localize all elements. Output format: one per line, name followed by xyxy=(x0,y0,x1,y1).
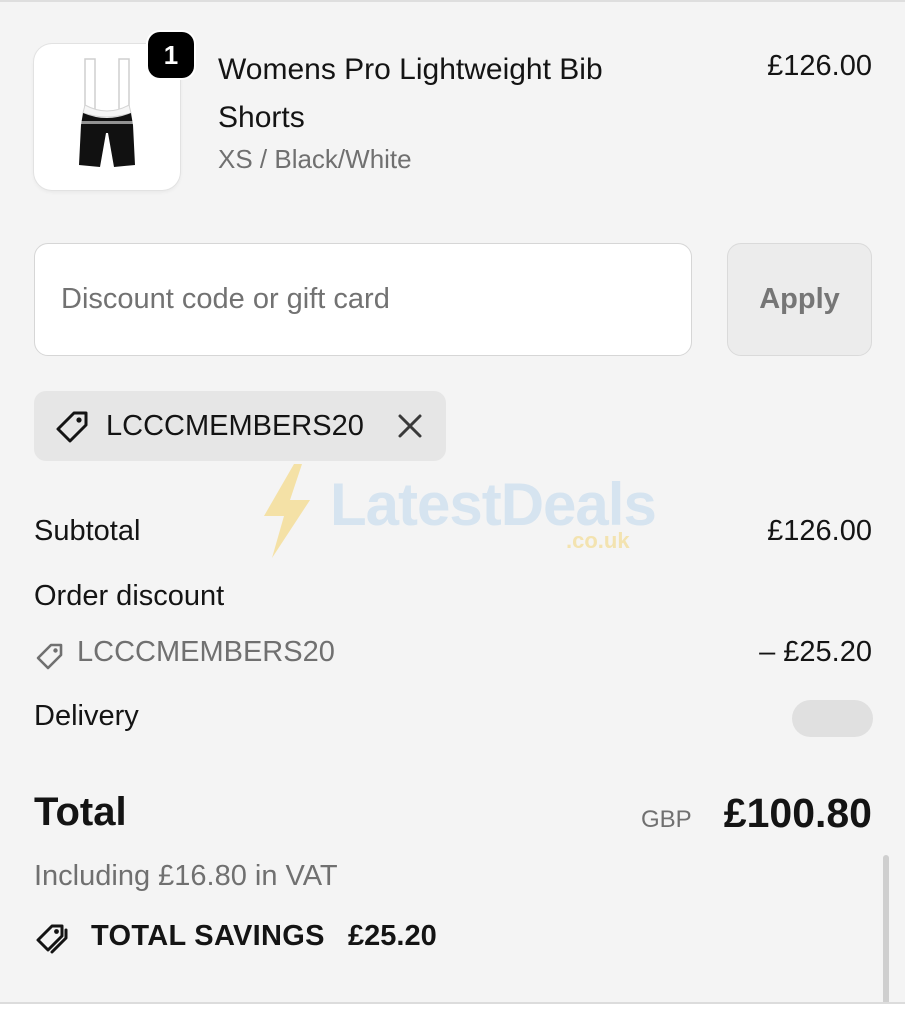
subtotal-value: £126.00 xyxy=(767,515,872,547)
close-icon[interactable] xyxy=(392,408,428,444)
total-savings-value: £25.20 xyxy=(348,920,437,952)
tag-icon xyxy=(36,643,63,670)
discount-code-label: LCCCMEMBERS20 xyxy=(77,636,335,668)
bottom-area xyxy=(0,1004,905,1024)
watermark: LatestDeals .co.uk xyxy=(260,462,657,562)
delivery-label: Delivery xyxy=(34,700,139,732)
discount-code-input[interactable] xyxy=(35,244,691,355)
discount-value: – £25.20 xyxy=(759,636,872,668)
delivery-value-placeholder xyxy=(792,700,873,737)
vat-note: Including £16.80 in VAT xyxy=(34,860,338,892)
scrollbar[interactable] xyxy=(883,855,889,1009)
product-variant: XS / Black/White xyxy=(218,144,412,174)
savings-tags-icon xyxy=(36,924,68,954)
currency-code: GBP xyxy=(641,806,692,833)
tag-icon xyxy=(56,411,88,443)
apply-button[interactable]: Apply xyxy=(727,243,872,356)
bib-shorts-image xyxy=(79,58,135,167)
top-divider xyxy=(0,0,905,2)
total-value: £100.80 xyxy=(723,790,872,836)
total-label: Total xyxy=(34,790,127,834)
discount-field xyxy=(34,243,692,356)
product-name: Womens Pro Lightweight Bib Shorts xyxy=(218,53,603,134)
checkout-order-summary: 1 Womens Pro Lightweight Bib Shorts XS /… xyxy=(0,0,905,1024)
product-price: £126.00 xyxy=(767,50,872,82)
subtotal-label: Subtotal xyxy=(34,515,141,547)
lightning-bolt-icon xyxy=(264,464,310,558)
quantity-badge: 1 xyxy=(148,32,194,78)
order-discount-label: Order discount xyxy=(34,580,225,612)
applied-code-label: LCCCMEMBERS20 xyxy=(106,410,364,442)
watermark-domain: .co.uk xyxy=(566,528,630,553)
total-savings-label: TOTAL SAVINGS xyxy=(91,920,325,952)
applied-discount-chip: LCCCMEMBERS20 xyxy=(34,391,446,461)
